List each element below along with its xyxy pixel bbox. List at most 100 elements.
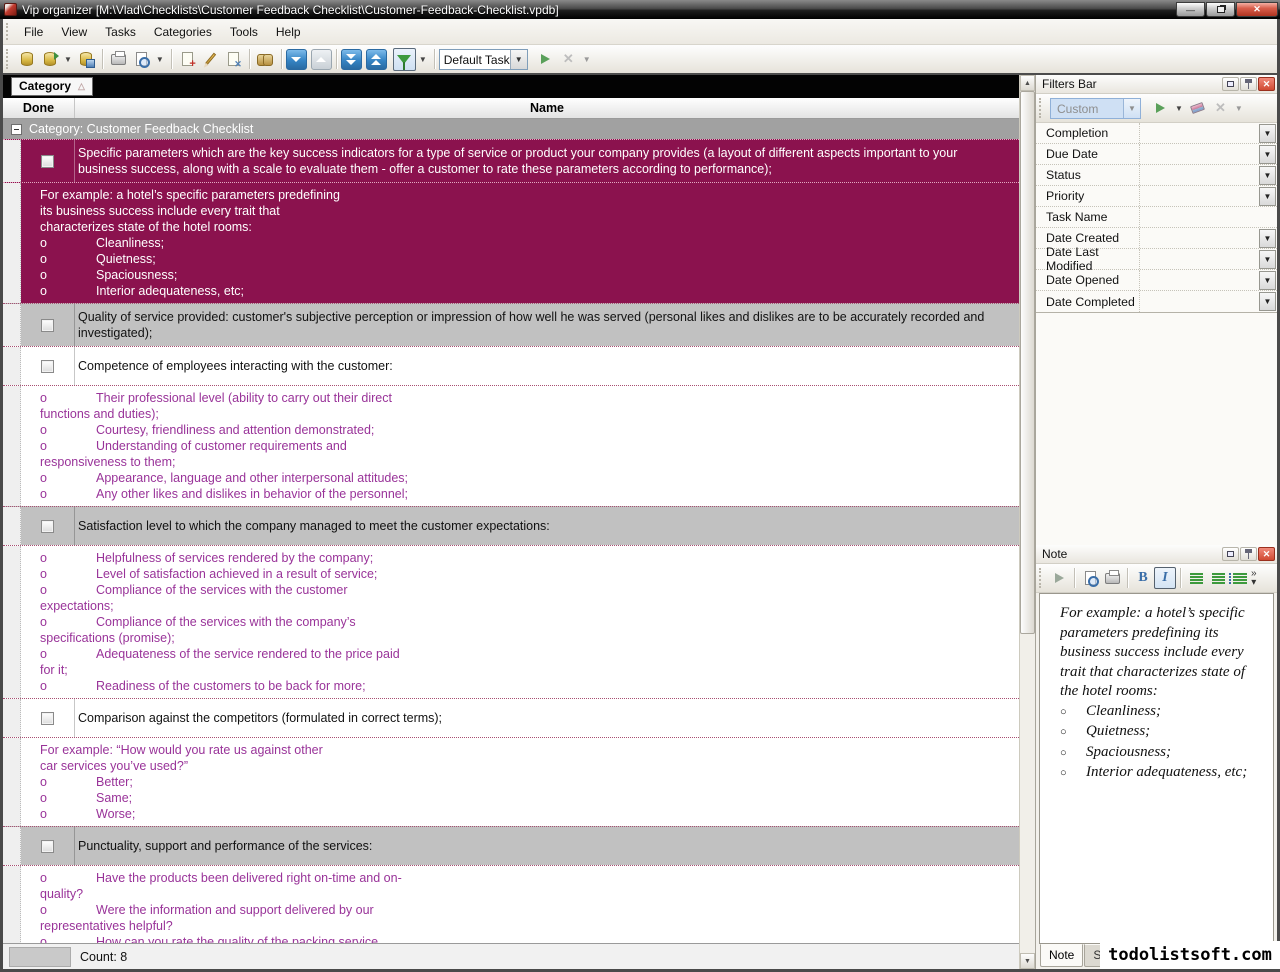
task-template-combo[interactable]: Default Task ▼: [439, 49, 528, 70]
task-row[interactable]: Quality of service provided: customer's …: [3, 303, 1019, 346]
filter-dropdown-button[interactable]: ▼: [1259, 271, 1276, 290]
menu-item-help[interactable]: Help: [267, 21, 310, 43]
scroll-up-button[interactable]: ▲: [1020, 75, 1035, 91]
filter-dropdown-button[interactable]: ▼: [1259, 145, 1276, 164]
scroll-down-button[interactable]: ▼: [1020, 953, 1035, 969]
filter-preset-combo[interactable]: Custom ▼: [1050, 98, 1141, 119]
edit-task-button[interactable]: [199, 48, 222, 71]
minimize-button[interactable]: —: [1176, 2, 1205, 17]
apply-template-button[interactable]: [534, 48, 557, 71]
align-right-button[interactable]: [1207, 567, 1229, 589]
load-filter-button[interactable]: [1149, 97, 1172, 120]
move-down-button[interactable]: [286, 49, 307, 70]
filter-value[interactable]: [1140, 270, 1259, 290]
delete-task-button[interactable]: [222, 48, 245, 71]
filter-dropdown-button[interactable]: ▼: [1259, 250, 1276, 269]
note-content[interactable]: For example: a hotel’s specificparameter…: [1039, 593, 1274, 944]
task-note-row[interactable]: oTheir professional level (ability to ca…: [3, 385, 1019, 506]
filter-value[interactable]: [1140, 291, 1259, 312]
task-template-dropdown[interactable]: ▼: [510, 50, 527, 69]
new-task-button[interactable]: [176, 48, 199, 71]
load-filter-dropdown[interactable]: ▼: [1172, 104, 1186, 113]
task-row[interactable]: Specific parameters which are the key su…: [3, 139, 1019, 182]
move-to-bottom-button[interactable]: [341, 49, 362, 70]
filters-toolbar-overflow[interactable]: ▼: [1232, 104, 1246, 113]
task-checkbox[interactable]: [41, 319, 54, 332]
filter-preset-dropdown[interactable]: ▼: [1123, 99, 1140, 118]
move-up-button[interactable]: [311, 49, 332, 70]
filter-dropdown-button[interactable]: ▼: [1259, 292, 1276, 311]
move-to-top-button[interactable]: [366, 49, 387, 70]
delete-filter-button[interactable]: ✕: [1209, 97, 1232, 120]
bullet-list-button[interactable]: [1229, 567, 1251, 589]
find-button[interactable]: [254, 48, 277, 71]
task-checkbox[interactable]: [41, 360, 54, 373]
clear-filter-button[interactable]: [1186, 97, 1209, 120]
save-database-button[interactable]: [75, 48, 98, 71]
print-dropdown[interactable]: ▼: [153, 55, 167, 64]
filter-toggle-button[interactable]: [393, 48, 416, 71]
new-database-button[interactable]: [15, 48, 38, 71]
filters-restore-button[interactable]: [1222, 77, 1239, 91]
open-database-button[interactable]: [38, 48, 61, 71]
tab-note[interactable]: Note: [1040, 944, 1083, 967]
task-note-row[interactable]: oHelpfulness of services rendered by the…: [3, 545, 1019, 698]
menu-item-tasks[interactable]: Tasks: [96, 21, 145, 43]
filter-value[interactable]: [1140, 228, 1259, 248]
scroll-track[interactable]: [1020, 91, 1035, 953]
scroll-thumb[interactable]: [1020, 91, 1035, 634]
filter-value[interactable]: [1140, 207, 1277, 227]
note-close-button[interactable]: ✕: [1258, 547, 1275, 561]
note-pin-button[interactable]: [1240, 547, 1257, 561]
task-checkbox[interactable]: [41, 840, 54, 853]
task-row[interactable]: Comparison against the competitors (form…: [3, 698, 1019, 737]
italic-button[interactable]: I: [1154, 567, 1176, 589]
task-checkbox[interactable]: [41, 520, 54, 533]
category-group-row[interactable]: Category: Customer Feedback Checklist: [3, 119, 1019, 139]
filter-value[interactable]: [1140, 165, 1259, 185]
filter-dropdown-button[interactable]: ▼: [1259, 124, 1276, 143]
filter-value[interactable]: [1140, 249, 1259, 269]
filter-dropdown-button[interactable]: ▼: [1259, 166, 1276, 185]
cancel-button[interactable]: ✕: [557, 48, 580, 71]
collapse-icon[interactable]: [11, 124, 22, 135]
menu-item-file[interactable]: File: [15, 21, 52, 43]
note-toolbar-overflow[interactable]: »▾: [1251, 569, 1257, 587]
filters-close-button[interactable]: ✕: [1258, 77, 1275, 91]
filter-dropdown-button[interactable]: ▼: [1259, 229, 1276, 248]
column-header-name[interactable]: Name: [75, 98, 1019, 118]
task-row[interactable]: Competence of employees interacting with…: [3, 346, 1019, 385]
restore-button[interactable]: [1206, 2, 1235, 17]
menu-item-tools[interactable]: Tools: [221, 21, 267, 43]
note-print-preview-button[interactable]: [1079, 567, 1101, 589]
column-header-done[interactable]: Done: [3, 98, 75, 118]
menu-item-view[interactable]: View: [52, 21, 96, 43]
open-database-dropdown[interactable]: ▼: [61, 55, 75, 64]
filter-dropdown-button[interactable]: ▼: [1259, 187, 1276, 206]
task-checkbox[interactable]: [41, 712, 54, 725]
filters-pin-button[interactable]: [1240, 77, 1257, 91]
filter-value[interactable]: [1140, 123, 1259, 143]
close-button[interactable]: ✕: [1236, 2, 1278, 17]
note-print-button[interactable]: [1101, 567, 1123, 589]
task-note-row[interactable]: For example: a hotel’s specific paramete…: [3, 182, 1019, 303]
task-note-row[interactable]: For example: “How would you rate us agai…: [3, 737, 1019, 826]
filter-dropdown[interactable]: ▼: [416, 55, 430, 64]
toolbar-overflow[interactable]: ▼: [580, 55, 594, 64]
note-apply-button[interactable]: [1048, 567, 1070, 589]
task-note-row[interactable]: oHave the products been delivered right …: [3, 865, 1019, 943]
print-preview-button[interactable]: [130, 48, 153, 71]
align-left-button[interactable]: [1185, 567, 1207, 589]
filter-value[interactable]: [1140, 186, 1259, 206]
bold-button[interactable]: B: [1132, 567, 1154, 589]
print-button[interactable]: [107, 48, 130, 71]
delete-filter-icon: ✕: [1215, 100, 1226, 116]
task-row[interactable]: Satisfaction level to which the company …: [3, 506, 1019, 545]
group-by-category-tab[interactable]: Category △: [11, 77, 93, 96]
bullet-marker: o: [40, 870, 96, 886]
note-restore-button[interactable]: [1222, 547, 1239, 561]
filter-value[interactable]: [1140, 144, 1259, 164]
menu-item-categories[interactable]: Categories: [145, 21, 221, 43]
task-checkbox[interactable]: [41, 155, 54, 168]
task-row[interactable]: Punctuality, support and performance of …: [3, 826, 1019, 865]
